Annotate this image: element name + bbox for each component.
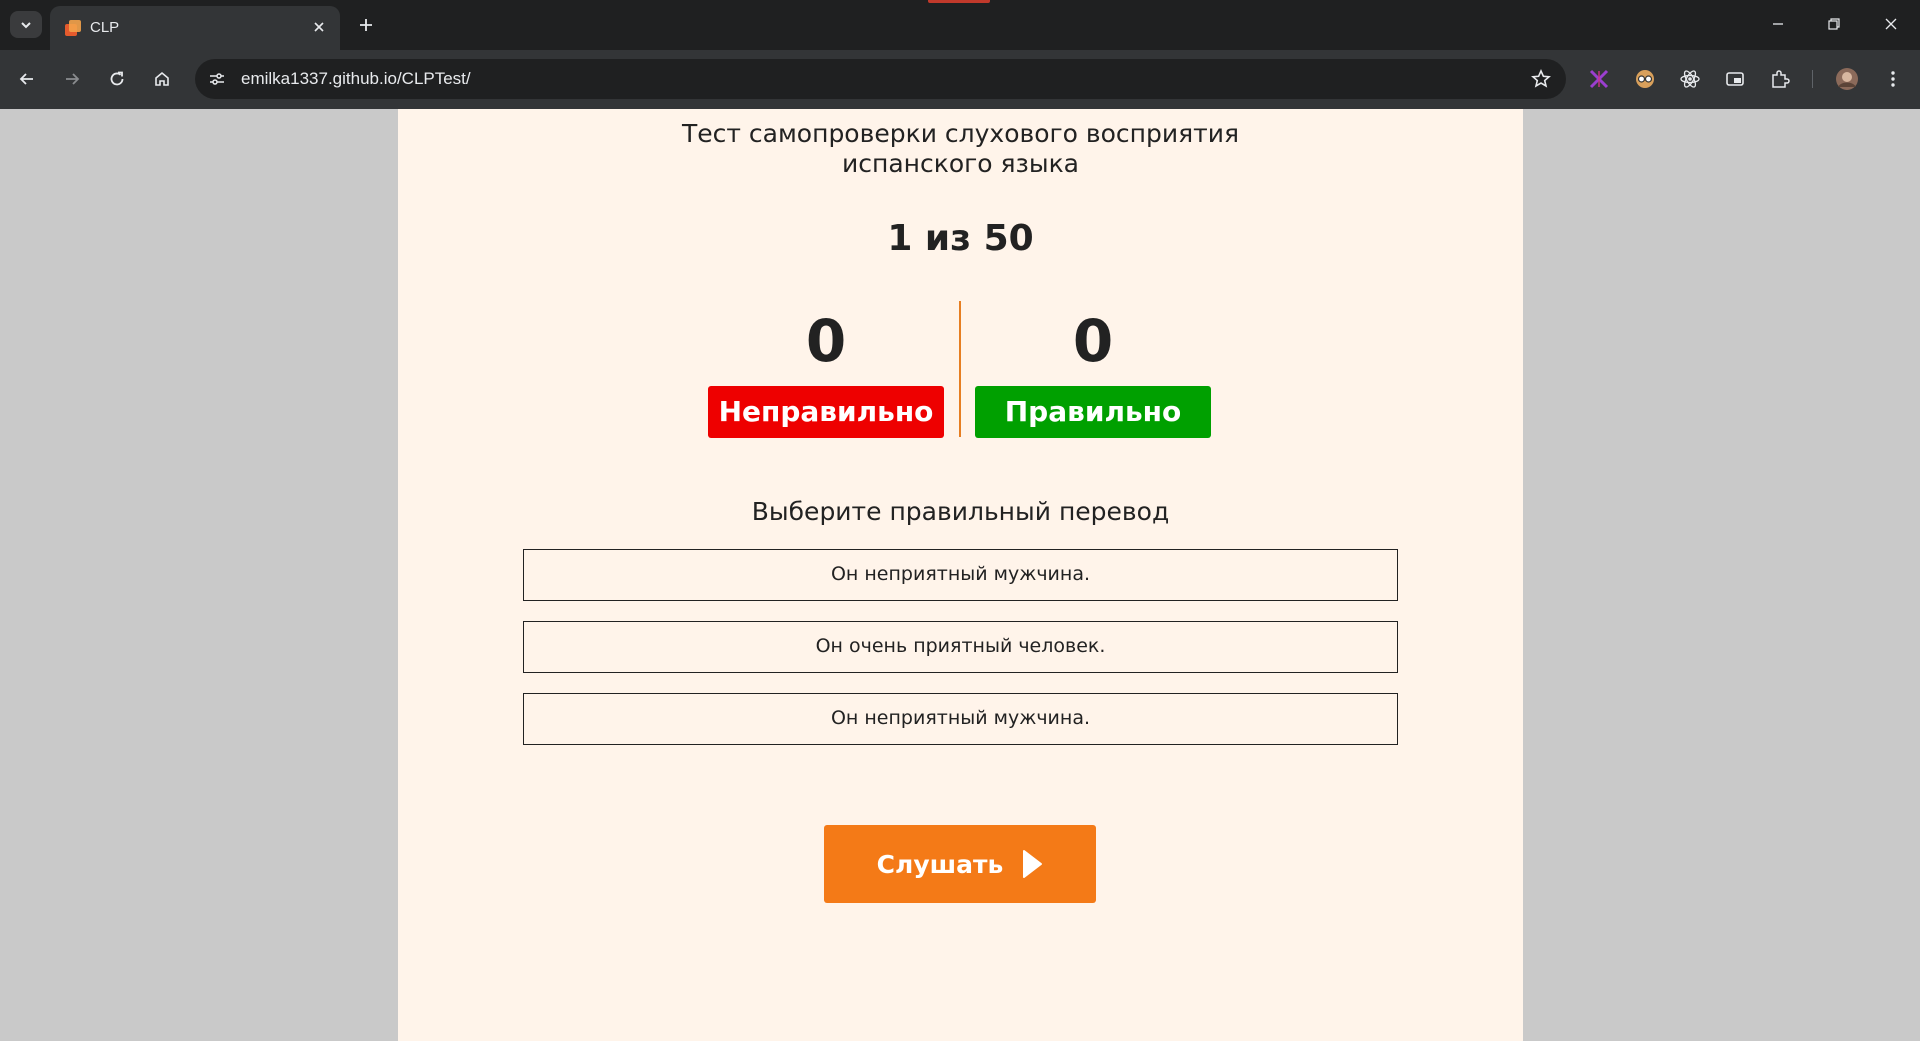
reload-button[interactable] [102,64,132,94]
page-title-line-1: Тест самопроверки слухового восприятия [681,119,1240,148]
right-count: 0 [1072,307,1114,375]
page-title: Тест самопроверки слухового восприятия и… [398,119,1523,179]
wrong-label: Неправильно [708,386,944,438]
right-label: Правильно [975,386,1211,438]
back-button[interactable] [12,64,42,94]
arrow-right-icon [66,73,80,85]
browser-menu-icon[interactable] [1879,65,1907,93]
extension-glasses-icon[interactable] [1631,65,1659,93]
home-button[interactable] [147,64,177,94]
extension-purple-x-icon[interactable] [1585,65,1613,93]
answer-option-2[interactable]: Он очень приятный человек. [523,621,1398,673]
arrow-left-icon [19,73,33,85]
listen-button-label: Слушать [876,849,1004,879]
minimize-icon [1773,23,1783,25]
reload-icon [110,71,124,86]
close-icon [1885,18,1897,30]
tab-search-button[interactable] [10,11,42,38]
listen-button[interactable]: Слушать [824,825,1096,903]
extensions-puzzle-icon[interactable] [1766,65,1794,93]
home-icon [155,71,169,86]
profile-avatar[interactable] [1833,65,1861,93]
browser-toolbar: emilka1337.github.io/CLPTest/ [0,50,1920,109]
site-info-button[interactable] [203,65,231,93]
address-bar[interactable]: emilka1337.github.io/CLPTest/ [195,59,1566,99]
play-icon [1023,850,1043,878]
url-text[interactable]: emilka1337.github.io/CLPTest/ [241,69,471,89]
react-devtools-icon[interactable] [1676,65,1704,93]
answer-option-1[interactable]: Он неприятный мужчина. [523,549,1398,601]
restore-button[interactable] [1816,8,1852,40]
tab-close-icon[interactable] [308,16,330,38]
page-title-line-2: испанского языка [841,149,1079,178]
bookmark-star-icon[interactable] [1528,66,1554,92]
toolbar-divider [1812,70,1813,88]
chevron-down-icon [21,21,31,28]
close-window-button[interactable] [1873,8,1909,40]
clp-favicon-icon [64,19,82,37]
new-tab-button[interactable] [352,11,380,39]
minimize-button[interactable] [1760,8,1796,40]
forward-button[interactable] [57,64,87,94]
question-prompt: Выберите правильный перевод [751,497,1170,526]
tab-title: CLP [90,19,120,36]
tune-icon [210,73,224,85]
browser-tab-bar: CLP [0,0,1920,50]
picture-in-picture-icon[interactable] [1721,65,1749,93]
recording-indicator [928,0,990,3]
wrong-count: 0 [805,307,847,375]
score-divider [959,301,961,437]
restore-icon [1828,18,1840,30]
browser-tab[interactable]: CLP [50,6,340,50]
test-page: Тест самопроверки слухового восприятия и… [398,109,1523,1041]
answer-option-3[interactable]: Он неприятный мужчина. [523,693,1398,745]
plus-icon [360,19,372,31]
question-progress: 1 из 50 [887,218,1034,259]
